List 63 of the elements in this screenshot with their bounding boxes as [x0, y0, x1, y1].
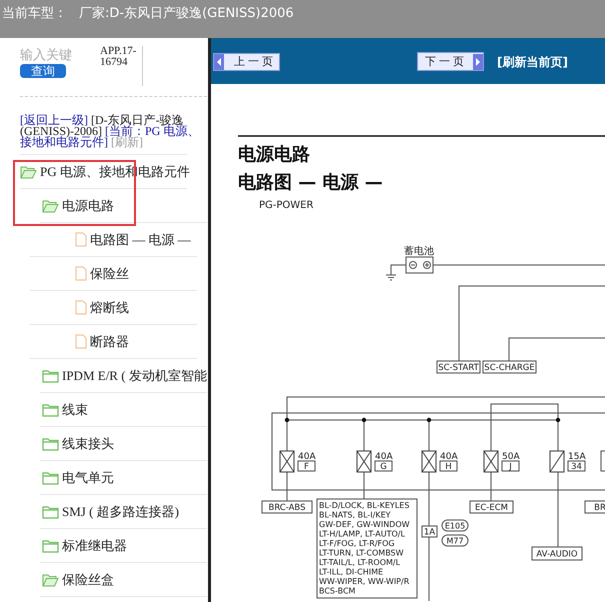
tree-item[interactable]: 线束 [0, 393, 208, 426]
fuse-symbol [550, 450, 564, 472]
signal-label: SC-CHARGE [482, 360, 536, 374]
fuse-id-label: 34 [568, 460, 586, 472]
previous-page-button[interactable]: 上一页 [213, 52, 280, 70]
back-link[interactable]: [返回上一级] [20, 113, 88, 127]
tree-item[interactable]: IPDM E/R ( 发动机室智能 [0, 359, 208, 392]
connector-tag: E105 [442, 520, 468, 532]
document-icon [75, 232, 87, 247]
open-folder-icon [42, 198, 59, 212]
fuse-id-label: H [440, 460, 458, 472]
circuit-label: AV-AUDIO [532, 546, 582, 560]
circuit-label: BRC-ABS [262, 500, 312, 514]
search-field[interactable]: 输入关键 [20, 46, 86, 64]
battery-label: 蓄电池 [404, 246, 434, 257]
tree-item[interactable]: SMJ ( 超多路连接器) [0, 495, 208, 528]
document-title: 电源电路 [238, 144, 310, 165]
tree-item[interactable]: 线束接头 [0, 427, 208, 460]
vehicle-name: 厂家:D-东风日产骏逸(GENISS)2006 [79, 5, 294, 23]
document-icon [75, 334, 87, 349]
open-folder-icon [42, 572, 59, 586]
folder-icon [42, 504, 59, 518]
fuse-id-label: J [502, 460, 520, 472]
fuse-rating: 50A [502, 452, 520, 462]
tree-item[interactable]: 电路图 — 电源 — [0, 223, 208, 256]
breadcrumb-text: [返回上一级] [D-东风日产-骏逸(GENISS)-2006] [当前：PG 电源、接地和电路元件] [刷新] [20, 115, 200, 148]
document-subtitle: 电路图 — 电源 — [238, 172, 383, 193]
connector-pin: 1A [422, 526, 438, 538]
tree-item[interactable]: 保险丝 [0, 257, 208, 290]
fuse-symbol [280, 450, 294, 472]
tree-item[interactable]: 标准继电器 [0, 529, 208, 562]
folder-icon [42, 538, 59, 552]
fuse-rating: 40A [298, 452, 316, 462]
fuse-rating: 40A [375, 452, 393, 462]
vehicle-label: 当前车型： [2, 5, 67, 23]
fuse-rating: 15A [568, 452, 586, 462]
tree-item[interactable]: 电气单元 [0, 461, 208, 494]
refresh-page-link[interactable]: [刷新当前页] [497, 52, 568, 70]
fuse-id-label: G [374, 460, 392, 472]
fuse-rating: 40A [440, 452, 458, 462]
tree-item[interactable]: 熔断线 [0, 291, 208, 324]
document-icon [75, 266, 87, 281]
document-code: PG-POWER [259, 200, 314, 211]
fuse-id-label: F [298, 460, 316, 472]
circuit-label: EC-ECM [470, 500, 514, 514]
connector-tag: M77 [442, 534, 468, 546]
tree-item[interactable]: 断路器 [0, 325, 208, 358]
fuse-symbol [422, 450, 436, 472]
fuse-symbol [484, 450, 498, 472]
search-button[interactable]: 查询 [20, 64, 66, 78]
tree-item[interactable]: 保险丝盒 [0, 563, 208, 596]
circuit-list: BL-D/LOCK, BL-KEYLES BL-NATS, BL-I/KEY GW-DEF, GW-WINDOW LT-H/LAMP, LT-AUTO/L LT-F/FOG, LT-R/FOG LT-TURN, LT-COMBSW LT-TAIL/L, LT-ROOM/L LT-ILL, DI-CHIME WW-WIPER, WW-WIP/R BCS-BCM [316, 498, 418, 598]
folder-icon [42, 402, 59, 416]
tree-item[interactable]: 电源电路 [0, 189, 208, 222]
folder-icon [42, 368, 59, 382]
folder-icon [42, 470, 59, 484]
app-code: APP.17-16794 [100, 46, 138, 68]
fuse-symbol [356, 450, 372, 472]
document-icon [75, 300, 87, 315]
signal-label: SC-START [436, 360, 480, 374]
open-folder-icon [20, 164, 37, 178]
folder-icon [42, 436, 59, 450]
next-page-button[interactable]: 下一页 [417, 52, 484, 71]
